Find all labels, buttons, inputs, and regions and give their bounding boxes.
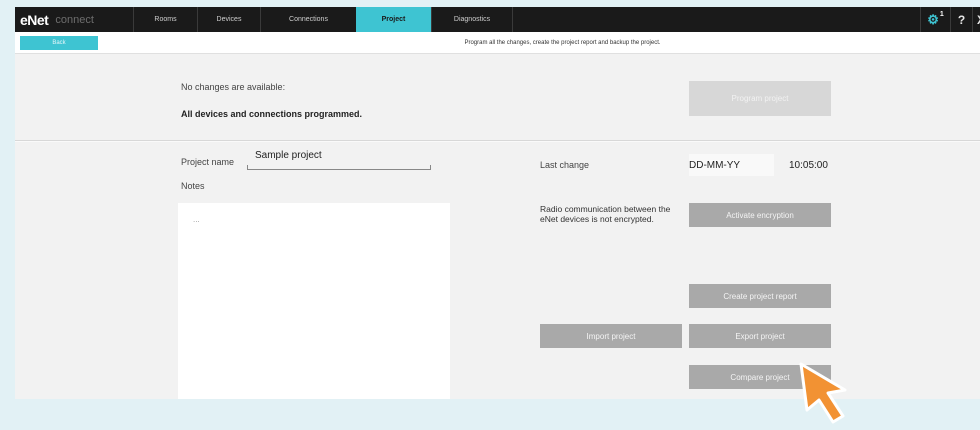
logo-subtext: connect (55, 13, 94, 26)
notes-textarea[interactable]: ... (178, 203, 450, 399)
changes-status: All devices and connections programmed. (181, 109, 363, 119)
last-change-time: 10:05:00 (789, 159, 828, 171)
pointer-arrow-icon (799, 362, 847, 424)
import-project-button[interactable]: Import project (540, 324, 682, 348)
app-logo: eNet connect (15, 7, 133, 32)
last-change-date: DD-MM-YY (689, 154, 774, 176)
notes-content: ... (193, 215, 200, 224)
close-button[interactable]: X (972, 7, 980, 32)
notification-badge: 1 (939, 11, 944, 18)
app-window: eNet connect Rooms Devices Connections P… (15, 7, 980, 399)
program-project-button[interactable]: Program project (689, 81, 831, 116)
create-report-button[interactable]: Create project report (689, 284, 831, 308)
encryption-info: Radio communication between the eNet dev… (540, 204, 671, 224)
tab-devices[interactable]: Devices (197, 7, 260, 32)
section-divider-highlight (15, 141, 980, 142)
notes-label: Notes (181, 181, 205, 191)
export-project-button[interactable]: Export project (689, 324, 831, 348)
logo-text: eNet (20, 11, 49, 28)
tab-rooms[interactable]: Rooms (133, 7, 197, 32)
nav-separator (512, 7, 513, 32)
gear-icon: ⚙ (927, 11, 939, 27)
sub-bar: Program all the changes, create the proj… (15, 32, 980, 54)
tab-diagnostics[interactable]: Diagnostics (431, 7, 512, 32)
last-change-label: Last change (540, 160, 590, 170)
changes-title: No changes are available: (181, 82, 286, 92)
top-nav: eNet connect Rooms Devices Connections P… (15, 7, 980, 32)
tab-connections[interactable]: Connections (260, 7, 356, 32)
activate-encryption-button[interactable]: Activate encryption (689, 203, 831, 227)
back-button[interactable]: Back (20, 36, 98, 50)
page-hint: Program all the changes, create the proj… (464, 40, 661, 46)
project-name-input[interactable]: Sample project (247, 150, 431, 170)
settings-button[interactable]: ⚙ 1 (920, 7, 950, 32)
help-button[interactable]: ? (950, 7, 972, 32)
tab-project[interactable]: Project (356, 7, 431, 32)
project-name-label: Project name (181, 157, 235, 167)
